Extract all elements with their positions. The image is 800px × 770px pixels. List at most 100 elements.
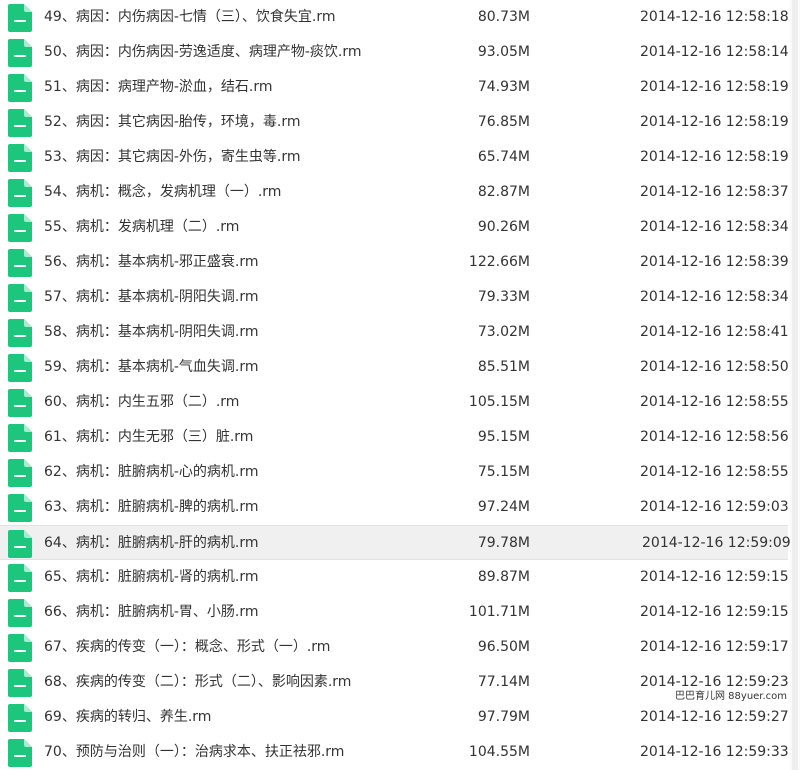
file-date: 2014-12-16 12:58:50 [640, 359, 789, 375]
file-name: 49、病因：内伤病因-七情（三）、饮食失宜.rm [44, 9, 336, 25]
file-row[interactable]: 63、病机：脏腑病机-脾的病机.rm 97.24M 2014-12-16 12:59… [0, 490, 789, 525]
file-size: 97.24M [477, 499, 530, 515]
file-date: 2014-12-16 12:58:34 [640, 289, 789, 305]
file-size: 77.14M [477, 674, 530, 690]
file-row[interactable]: 54、病机：概念，发病机理（一）.rm 82.87M 2014-12-16 12:5… [0, 175, 789, 210]
file-row[interactable]: 51、病因：病理产物-淤血，结石.rm 74.93M 2014-12-16 12:5… [0, 70, 789, 105]
file-size: 89.87M [477, 569, 530, 585]
file-size: 73.02M [477, 324, 530, 340]
file-date: 2014-12-16 12:59:33 [640, 744, 789, 760]
file-row[interactable]: 59、病机：基本病机-气血失调.rm 85.51M 2014-12-16 12:58… [0, 350, 789, 385]
file-icon [8, 564, 32, 592]
file-name: 51、病因：病理产物-淤血，结石.rm [44, 79, 273, 95]
file-size: 104.55M [468, 744, 530, 760]
file-date: 2014-12-16 12:58:19 [640, 114, 789, 130]
file-row[interactable]: 70、预防与治则（一）：治病求本、扶正祛邪.rm 104.55M 2014-12-1… [0, 735, 789, 770]
file-icon [8, 144, 32, 172]
file-date: 2014-12-16 12:59:17 [640, 639, 789, 655]
file-icon [8, 704, 32, 732]
file-size: 101.71M [468, 604, 530, 620]
file-size: 80.73M [477, 9, 530, 25]
file-date: 2014-12-16 12:58:37 [640, 184, 789, 200]
file-name: 65、病机：脏腑病机-肾的病机.rm [44, 569, 259, 585]
file-size: 79.33M [477, 289, 530, 305]
file-list: 49、病因：内伤病因-七情（三）、饮食失宜.rm 80.73M 2014-12-16… [0, 0, 800, 770]
file-row[interactable]: 69、疾病的转归、养生.rm 97.79M 2014-12-16 12:59:27 [0, 700, 789, 735]
file-date: 2014-12-16 12:58:56 [640, 429, 789, 445]
file-icon [8, 424, 32, 452]
file-name: 68、疾病的传变（二）：形式（二）、影响因素.rm [44, 674, 352, 690]
file-name: 56、病机：基本病机-邪正盛衰.rm [44, 254, 259, 270]
file-date: 2014-12-16 12:58:55 [640, 394, 789, 410]
file-row[interactable]: 58、病机：基本病机-阴阳失调.rm 73.02M 2014-12-16 12:58… [0, 315, 789, 350]
file-name: 66、病机：脏腑病机-胃、小肠.rm [44, 604, 259, 620]
file-name: 67、疾病的传变（一）：概念、形式（一）.rm [44, 639, 331, 655]
file-name: 61、病机：内生无邪（三）脏.rm [44, 429, 254, 445]
file-icon [8, 634, 32, 662]
file-size: 75.15M [477, 464, 530, 480]
file-name: 52、病因：其它病因-胎传，环境，毒.rm [44, 114, 301, 130]
file-date: 2014-12-16 12:58:19 [640, 79, 789, 95]
file-date: 2014-12-16 12:58:55 [640, 464, 789, 480]
file-row[interactable]: 68、疾病的传变（二）：形式（二）、影响因素.rm 77.14M 2014-12-1… [0, 665, 789, 700]
file-icon [8, 214, 32, 242]
file-row[interactable]: 62、病机：脏腑病机-心的病机.rm 75.15M 2014-12-16 12:58… [0, 455, 789, 490]
file-name: 55、病机：发病机理（二）.rm [44, 219, 240, 235]
file-row[interactable]: 64、病机：脏腑病机-肝的病机.rm 79.78M 2014-12-16 12:59… [0, 525, 791, 560]
file-date: 2014-12-16 12:58:19 [640, 149, 789, 165]
file-row[interactable]: 53、病因：其它病因-外伤，寄生虫等.rm 65.74M 2014-12-16 12… [0, 140, 789, 175]
file-row[interactable]: 50、病因：内伤病因-劳逸适度、病理产物-痰饮.rm 93.05M 2014-12-… [0, 35, 789, 70]
file-date: 2014-12-16 12:59:15 [640, 569, 789, 585]
file-name: 58、病机：基本病机-阴阳失调.rm [44, 324, 259, 340]
file-size: 79.78M [477, 535, 530, 551]
file-icon [8, 739, 32, 767]
file-name: 70、预防与治则（一）：治病求本、扶正祛邪.rm [44, 744, 345, 760]
file-icon [8, 39, 32, 67]
file-name: 53、病因：其它病因-外伤，寄生虫等.rm [44, 149, 301, 165]
file-date: 2014-12-16 12:58:34 [640, 219, 789, 235]
file-name: 50、病因：内伤病因-劳逸适度、病理产物-痰饮.rm [44, 44, 362, 60]
file-row[interactable]: 57、病机：基本病机-阴阳失调.rm 79.33M 2014-12-16 12:58… [0, 280, 789, 315]
file-icon [8, 389, 32, 417]
file-size: 82.87M [477, 184, 530, 200]
watermark: 巴巴育儿网 88yuer.com [672, 689, 791, 705]
file-icon [8, 354, 32, 382]
file-row[interactable]: 52、病因：其它病因-胎传，环境，毒.rm 76.85M 2014-12-16 12… [0, 105, 789, 140]
file-date: 2014-12-16 12:59:09 [642, 535, 791, 551]
file-date: 2014-12-16 12:58:39 [640, 254, 789, 270]
file-icon [8, 319, 32, 347]
file-icon [8, 4, 32, 32]
file-size: 90.26M [477, 219, 530, 235]
file-size: 93.05M [477, 44, 530, 60]
file-date: 2014-12-16 12:58:18 [640, 9, 789, 25]
file-size: 74.93M [477, 79, 530, 95]
file-icon [8, 74, 32, 102]
file-name: 69、疾病的转归、养生.rm [44, 709, 212, 725]
file-row[interactable]: 55、病机：发病机理（二）.rm 90.26M 2014-12-16 12:58:3… [0, 210, 789, 245]
file-date: 2014-12-16 12:59:15 [640, 604, 789, 620]
file-row[interactable]: 60、病机：内生五邪（二）.rm 105.15M 2014-12-16 12:58:… [0, 385, 789, 420]
scrollbar[interactable] [790, 0, 800, 770]
file-name: 57、病机：基本病机-阴阳失调.rm [44, 289, 259, 305]
scrollbar-thumb[interactable] [792, 0, 798, 770]
file-row[interactable]: 66、病机：脏腑病机-胃、小肠.rm 101.71M 2014-12-16 12:5… [0, 595, 789, 630]
file-icon [8, 249, 32, 277]
file-row[interactable]: 61、病机：内生无邪（三）脏.rm 95.15M 2014-12-16 12:58:… [0, 420, 789, 455]
file-icon [8, 109, 32, 137]
file-icon [8, 530, 32, 558]
file-name: 64、病机：脏腑病机-肝的病机.rm [44, 535, 259, 551]
file-size: 65.74M [477, 149, 530, 165]
file-icon [8, 599, 32, 627]
file-size: 105.15M [468, 394, 530, 410]
file-date: 2014-12-16 12:59:27 [640, 709, 789, 725]
file-name: 59、病机：基本病机-气血失调.rm [44, 359, 259, 375]
file-icon [8, 459, 32, 487]
file-row[interactable]: 67、疾病的传变（一）：概念、形式（一）.rm 96.50M 2014-12-16 … [0, 630, 789, 665]
file-row[interactable]: 49、病因：内伤病因-七情（三）、饮食失宜.rm 80.73M 2014-12-16… [0, 0, 789, 35]
file-row[interactable]: 65、病机：脏腑病机-肾的病机.rm 89.87M 2014-12-16 12:59… [0, 560, 789, 595]
file-row[interactable]: 56、病机：基本病机-邪正盛衰.rm 122.66M 2014-12-16 12:5… [0, 245, 789, 280]
file-icon [8, 494, 32, 522]
file-size: 76.85M [477, 114, 530, 130]
file-name: 62、病机：脏腑病机-心的病机.rm [44, 464, 259, 480]
file-size: 96.50M [477, 639, 530, 655]
